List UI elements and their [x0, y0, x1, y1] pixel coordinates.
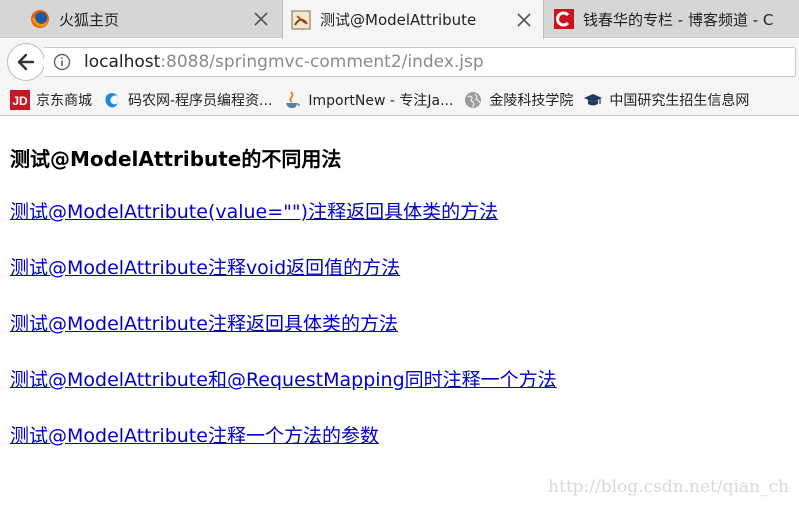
- address-bar[interactable]: localhost:8088/springmvc-comment2/index.…: [44, 47, 796, 77]
- link-modelattribute-parameter[interactable]: 测试@ModelAttribute注释一个方法的参数: [10, 421, 379, 448]
- navigation-toolbar: localhost:8088/springmvc-comment2/index.…: [0, 39, 799, 85]
- tab-csdn-blog[interactable]: 钱春华的专栏 - 博客频道 - C: [546, 0, 799, 38]
- tab-title: 测试@ModelAttribute: [320, 11, 477, 29]
- java-icon: [282, 90, 302, 110]
- globe-icon: [463, 90, 483, 110]
- jd-icon: JD: [10, 90, 30, 110]
- tab-strip: 火狐主页 测试@ModelAttribute 钱春华的专栏 - 博客频道 - C: [0, 0, 799, 39]
- bookmark-chsi[interactable]: 中国研究生招生信息网: [583, 90, 749, 110]
- bookmark-jd[interactable]: JD 京东商城: [10, 90, 92, 110]
- page-heading: 测试@ModelAttribute的不同用法: [10, 147, 342, 171]
- back-arrow-icon: [17, 53, 35, 71]
- info-icon[interactable]: [52, 52, 72, 72]
- link-modelattribute-value[interactable]: 测试@ModelAttribute(value="")注释返回具体类的方法: [10, 197, 498, 224]
- graduation-cap-icon: [583, 90, 603, 110]
- link-modelattribute-requestmapping[interactable]: 测试@ModelAttribute和@RequestMapping同时注释一个方…: [10, 365, 557, 392]
- bookmark-label: ImportNew - 专注Ja...: [308, 93, 454, 109]
- url-text[interactable]: localhost:8088/springmvc-comment2/index.…: [84, 52, 484, 72]
- bookmark-jinling[interactable]: 金陵科技学院: [463, 90, 573, 110]
- tab-title: 钱春华的专栏 - 博客频道 - C: [583, 10, 774, 29]
- close-icon[interactable]: [513, 9, 535, 31]
- bookmarks-toolbar: JD 京东商城 码农网-程序员编程资... ImportNew - 专注Ja..…: [0, 85, 799, 116]
- codeceo-icon: [102, 90, 122, 110]
- java-icon: [291, 10, 311, 29]
- url-path: :8088/springmvc-comment2/index.jsp: [160, 52, 484, 72]
- tab-modelattribute[interactable]: 测试@ModelAttribute: [282, 0, 544, 39]
- watermark: http://blog.csdn.net/qian_ch: [548, 477, 789, 497]
- browser-window: 火狐主页 测试@ModelAttribute 钱春华的专栏 - 博客频道 - C: [0, 0, 799, 509]
- bookmark-label: 中国研究生招生信息网: [609, 93, 750, 109]
- firefox-icon: [31, 10, 49, 28]
- link-modelattribute-return-class[interactable]: 测试@ModelAttribute注释返回具体类的方法: [10, 309, 398, 336]
- bookmark-codeceo[interactable]: 码农网-程序员编程资...: [102, 90, 272, 110]
- link-modelattribute-void[interactable]: 测试@ModelAttribute注释void返回值的方法: [10, 253, 400, 280]
- bookmark-label: 京东商城: [36, 93, 92, 109]
- back-button[interactable]: [7, 43, 45, 81]
- bookmark-importnew[interactable]: ImportNew - 专注Ja...: [282, 90, 453, 110]
- csdn-icon: [554, 9, 574, 29]
- page-content: 测试@ModelAttribute的不同用法 测试@ModelAttribute…: [0, 117, 799, 509]
- bookmark-label: 金陵科技学院: [489, 93, 574, 109]
- close-icon[interactable]: [250, 8, 272, 30]
- tab-firefox-home[interactable]: 火狐主页: [22, 0, 280, 38]
- url-host: localhost: [84, 52, 161, 72]
- tab-title: 火狐主页: [59, 10, 120, 29]
- bookmark-label: 码农网-程序员编程资...: [128, 93, 273, 109]
- svg-text:JD: JD: [12, 94, 28, 108]
